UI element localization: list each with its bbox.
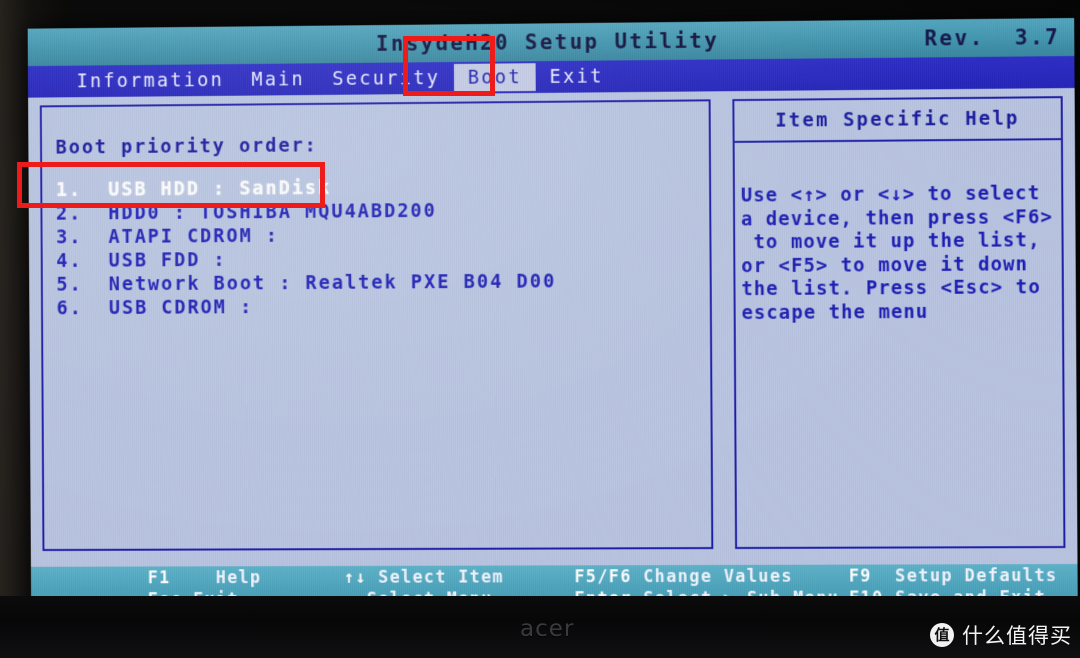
bios-revision: Rev. 3.7	[924, 25, 1061, 51]
menu-tab-security[interactable]: Security	[319, 64, 454, 93]
watermark-badge-icon: 值	[930, 623, 954, 647]
status-key-f1: F1 Help	[148, 568, 344, 589]
status-key-f5f6: F5/F6 Change Values	[574, 567, 849, 589]
arrow-up-down-icon: ↑↓	[343, 567, 367, 588]
menu-tab-boot[interactable]: Boot	[453, 63, 536, 92]
boot-priority-heading: Boot priority order:	[55, 134, 318, 159]
menu-tab-information[interactable]: Information	[63, 66, 238, 95]
watermark: 值 什么值得买	[930, 620, 1072, 650]
acer-logo: acer	[520, 616, 575, 642]
bios-title: InsydeH20 Setup Utility	[376, 28, 720, 56]
status-key-f9-key: F9	[848, 566, 873, 587]
status-key-updown: ↑↓ Select Item	[344, 567, 574, 588]
menu-tab-exit[interactable]: Exit	[536, 62, 618, 91]
boot-priority-list[interactable]: 1. USB HDD : SanDisk 2. HDD0 : TOSHIBA M…	[56, 174, 557, 320]
status-key-f9-label: Setup Defaults	[895, 566, 1058, 587]
menu-tab-main[interactable]: Main	[238, 65, 319, 93]
status-key-f5f6-key: F5/F6	[574, 567, 632, 588]
status-key-updown-label: Select Item	[378, 567, 505, 588]
status-key-f1-label: Help	[215, 568, 262, 589]
status-key-f1-key: F1	[147, 568, 171, 589]
boot-order-panel: Boot priority order: 1. USB HDD : SanDis…	[39, 99, 714, 552]
boot-list-item-4[interactable]: 4. USB FDD :	[56, 246, 556, 273]
laptop-photo: InsydeH20 Setup Utility Rev. 3.7 Informa…	[0, 0, 1080, 658]
item-specific-help-panel: Item Specific Help Use <↑> or <↓> to sel…	[732, 96, 1066, 549]
status-key-f5f6-label: Change Values	[643, 566, 794, 588]
boot-list-item-5[interactable]: 5. Network Boot : Realtek PXE B04 D00	[56, 270, 556, 297]
boot-list-item-6[interactable]: 6. USB CDROM :	[57, 293, 557, 320]
help-panel-title: Item Specific Help	[734, 98, 1061, 143]
laptop-screen: InsydeH20 Setup Utility Rev. 3.7 Informa…	[27, 18, 1078, 613]
watermark-text: 什么值得买	[962, 624, 1072, 648]
bios-body: Boot priority order: 1. USB HDD : SanDis…	[28, 88, 1078, 567]
help-panel-text: Use <↑> or <↓> to select a device, then …	[740, 182, 1053, 324]
boot-list-item-3[interactable]: 3. ATAPI CDROM :	[56, 222, 556, 249]
status-key-f9: F9 Setup Defaults	[849, 566, 1078, 588]
bios-screen: InsydeH20 Setup Utility Rev. 3.7 Informa…	[27, 18, 1078, 613]
